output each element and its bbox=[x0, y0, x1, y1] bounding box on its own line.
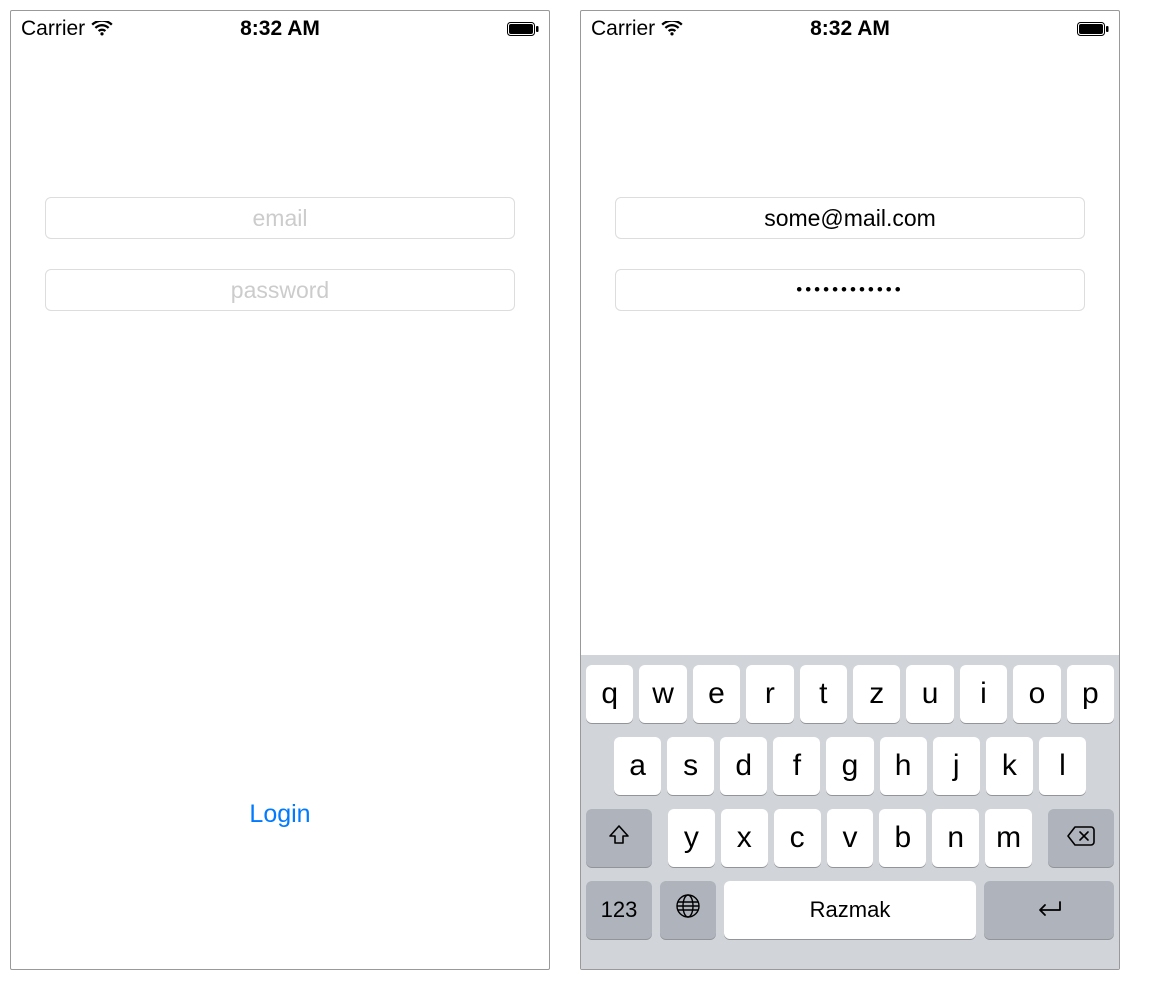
globe-icon bbox=[675, 893, 701, 927]
keyboard-row-1: qwertzuiop bbox=[586, 665, 1114, 723]
key-q[interactable]: q bbox=[586, 665, 633, 723]
keyboard-row-4: 123 Razmak bbox=[586, 881, 1114, 939]
globe-key[interactable] bbox=[660, 881, 716, 939]
login-button[interactable]: Login bbox=[249, 800, 310, 829]
key-b[interactable]: b bbox=[879, 809, 926, 867]
key-w[interactable]: w bbox=[639, 665, 686, 723]
clock-label: 8:32 AM bbox=[240, 17, 320, 41]
email-field[interactable] bbox=[615, 197, 1085, 239]
battery-icon bbox=[1077, 22, 1109, 36]
space-key[interactable]: Razmak bbox=[724, 881, 976, 939]
shift-icon bbox=[607, 821, 631, 855]
email-field[interactable] bbox=[45, 197, 515, 239]
key-p[interactable]: p bbox=[1067, 665, 1114, 723]
password-field[interactable] bbox=[45, 269, 515, 311]
clock-label: 8:32 AM bbox=[810, 17, 890, 41]
onscreen-keyboard: qwertzuiop asdfghjkl yxcvbnm 123 R bbox=[581, 655, 1119, 969]
key-x[interactable]: x bbox=[721, 809, 768, 867]
return-key[interactable] bbox=[984, 881, 1114, 939]
carrier-label: Carrier bbox=[591, 17, 655, 41]
keyboard-row-3: yxcvbnm bbox=[586, 809, 1114, 867]
key-u[interactable]: u bbox=[906, 665, 953, 723]
key-n[interactable]: n bbox=[932, 809, 979, 867]
key-e[interactable]: e bbox=[693, 665, 740, 723]
battery-icon bbox=[507, 22, 539, 36]
backspace-icon bbox=[1066, 821, 1096, 855]
status-bar: Carrier 8:32 AM bbox=[581, 11, 1119, 47]
key-v[interactable]: v bbox=[827, 809, 874, 867]
keyboard-row-2: asdfghjkl bbox=[586, 737, 1114, 795]
key-f[interactable]: f bbox=[773, 737, 820, 795]
key-g[interactable]: g bbox=[826, 737, 873, 795]
password-field[interactable] bbox=[615, 269, 1085, 311]
key-h[interactable]: h bbox=[880, 737, 927, 795]
key-t[interactable]: t bbox=[800, 665, 847, 723]
backspace-key[interactable] bbox=[1048, 809, 1114, 867]
phone-screen-filled: Carrier 8:32 AM qwertzuiop asdfghjkl yxc… bbox=[580, 10, 1120, 970]
phone-screen-empty: Carrier 8:32 AM Login bbox=[10, 10, 550, 970]
key-c[interactable]: c bbox=[774, 809, 821, 867]
wifi-icon bbox=[661, 21, 683, 37]
key-s[interactable]: s bbox=[667, 737, 714, 795]
key-a[interactable]: a bbox=[614, 737, 661, 795]
status-bar: Carrier 8:32 AM bbox=[11, 11, 549, 47]
numeric-key[interactable]: 123 bbox=[586, 881, 652, 939]
key-z[interactable]: z bbox=[853, 665, 900, 723]
key-r[interactable]: r bbox=[746, 665, 793, 723]
key-k[interactable]: k bbox=[986, 737, 1033, 795]
key-o[interactable]: o bbox=[1013, 665, 1060, 723]
key-d[interactable]: d bbox=[720, 737, 767, 795]
carrier-label: Carrier bbox=[21, 17, 85, 41]
key-l[interactable]: l bbox=[1039, 737, 1086, 795]
key-m[interactable]: m bbox=[985, 809, 1032, 867]
key-i[interactable]: i bbox=[960, 665, 1007, 723]
key-j[interactable]: j bbox=[933, 737, 980, 795]
return-icon bbox=[1034, 893, 1064, 927]
key-y[interactable]: y bbox=[668, 809, 715, 867]
shift-key[interactable] bbox=[586, 809, 652, 867]
wifi-icon bbox=[91, 21, 113, 37]
